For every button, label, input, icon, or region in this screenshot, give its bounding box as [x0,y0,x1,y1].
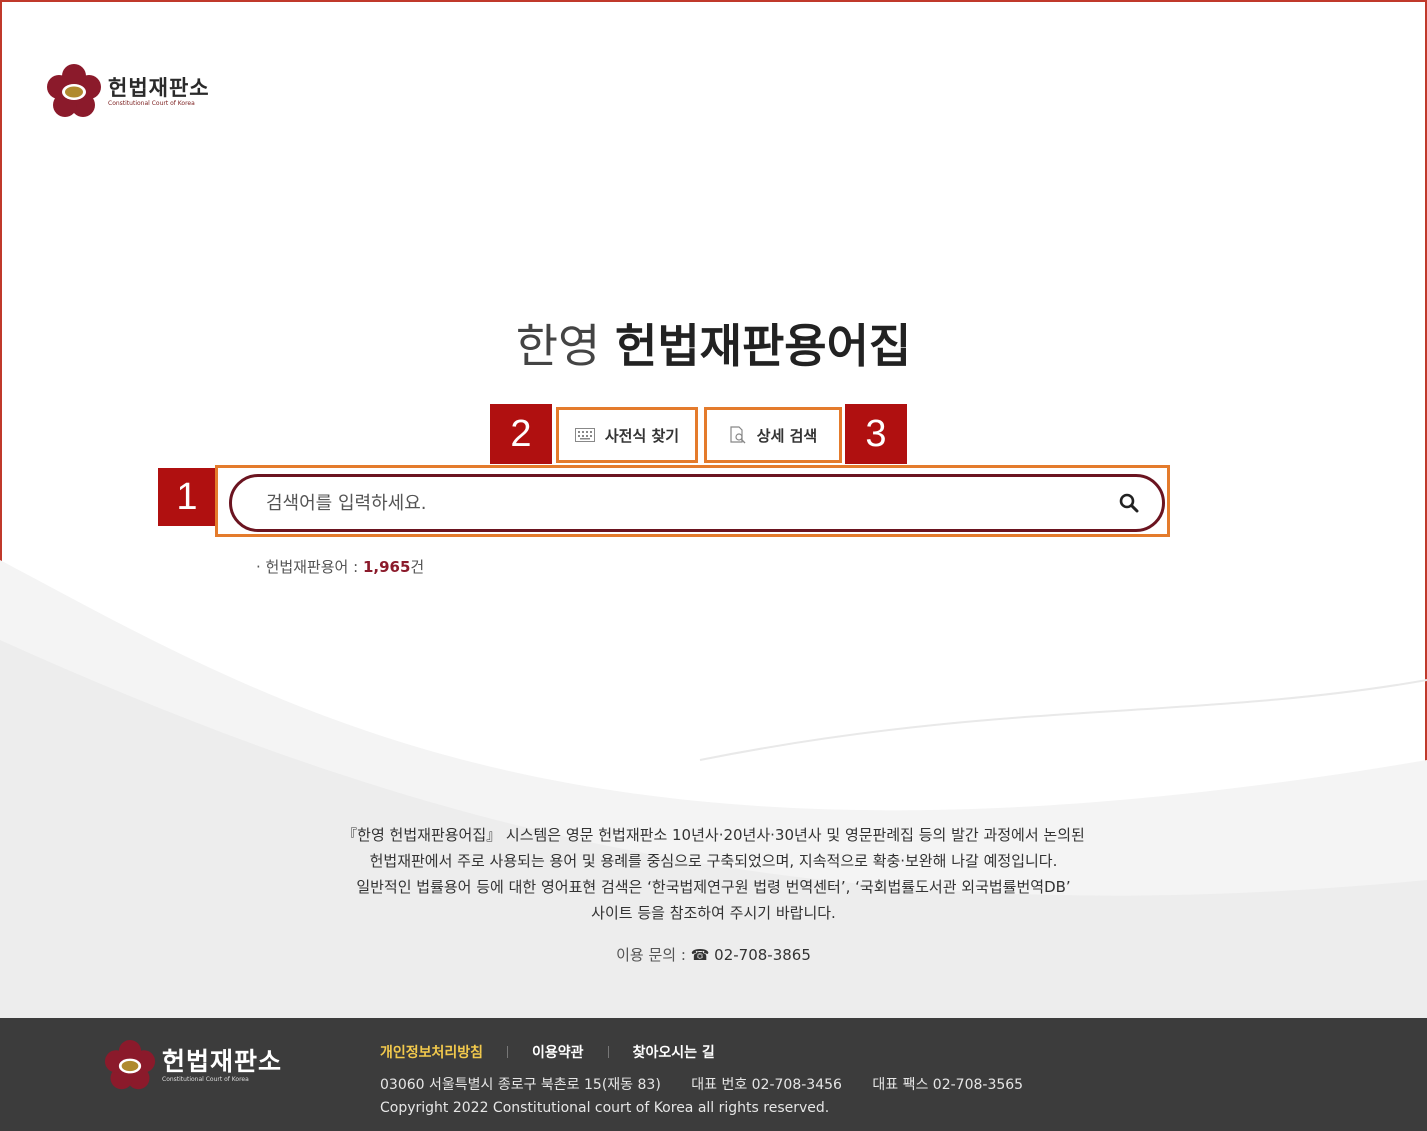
page-title: 한영 헌법재판용어집 [0,316,1427,376]
divider [607,1046,609,1058]
advanced-search-label: 상세 검색 [756,426,818,445]
annotation-marker-2: 2 [490,404,552,464]
logo-subtitle: Constitutional Court of Korea [108,100,195,107]
term-count-label: · 헌법재판용어 : [256,558,363,576]
search-input[interactable] [266,492,1112,514]
court-emblem-icon [46,64,102,120]
contact-phone: 02-708-3865 [714,946,811,964]
search-bar [229,474,1165,532]
keyboard-icon [574,428,595,442]
terms-link[interactable]: 이용약관 [532,1042,584,1062]
footer-links: 개인정보처리방침 이용약관 찾아오시는 길 [380,1042,715,1062]
header-logo[interactable]: 헌법재판소 Constitutional Court of Korea [46,64,210,120]
dictionary-search-button[interactable]: 사전식 찾기 [559,410,695,460]
title-bold: 헌법재판용어집 [615,319,912,373]
term-count-value: 1,965 [362,558,411,576]
contact-label: 이용 문의 : [616,946,691,964]
footer: 헌법재판소 Constitutional Court of Korea 개인정보… [0,1018,1427,1131]
annotation-marker-3: 3 [845,404,907,464]
description-line: 사이트 등을 참조하여 주시기 바랍니다. [591,904,836,922]
description-line: 헌법재판에서 주로 사용되는 용어 및 용례를 중심으로 구축되었으며, 지속적… [369,852,1058,870]
court-emblem-icon [104,1040,156,1092]
description-line: 일반적인 법률용어 등에 대한 영어표현 검색은 ‘한국법제연구원 법령 번역센… [356,878,1071,896]
divider [507,1046,509,1058]
footer-phone: 대표 번호 02-708-3456 [691,1077,842,1093]
footer-logo[interactable]: 헌법재판소 Constitutional Court of Korea [104,1040,282,1092]
footer-logo-subtitle: Constitutional Court of Korea [162,1076,249,1083]
footer-fax: 대표 팩스 02-708-3565 [872,1077,1024,1093]
contact-info: 이용 문의 : ☎ 02-708-3865 [0,944,1427,965]
directions-link[interactable]: 찾아오시는 길 [633,1042,715,1062]
title-light: 한영 [515,319,601,373]
phone-icon: ☎ [690,946,710,964]
advanced-search-button[interactable]: 상세 검색 [707,410,839,460]
footer-info: 03060 서울특별시 종로구 북촌로 15(재동 83) 대표 번호 02-7… [380,1074,1049,1094]
logo-title: 헌법재판소 [108,76,210,100]
footer-copyright: Copyright 2022 Constitutional court of K… [380,1100,830,1116]
privacy-policy-link[interactable]: 개인정보처리방침 [380,1042,483,1062]
search-icon[interactable] [1112,486,1146,520]
footer-address: 03060 서울특별시 종로구 북촌로 15(재동 83) [380,1077,661,1093]
term-count-unit: 건 [410,558,425,576]
description: 『한영 헌법재판용어집』 시스템은 영문 헌법재판소 10년사·20년사·30년… [0,822,1427,926]
description-line: 『한영 헌법재판용어집』 시스템은 영문 헌법재판소 10년사·20년사·30년… [342,826,1085,844]
footer-logo-title: 헌법재판소 [162,1047,283,1076]
document-search-icon [730,426,746,444]
annotation-marker-1: 1 [158,468,216,526]
term-count: · 헌법재판용어 : 1,965건 [256,556,424,577]
dictionary-search-label: 사전식 찾기 [604,426,680,445]
